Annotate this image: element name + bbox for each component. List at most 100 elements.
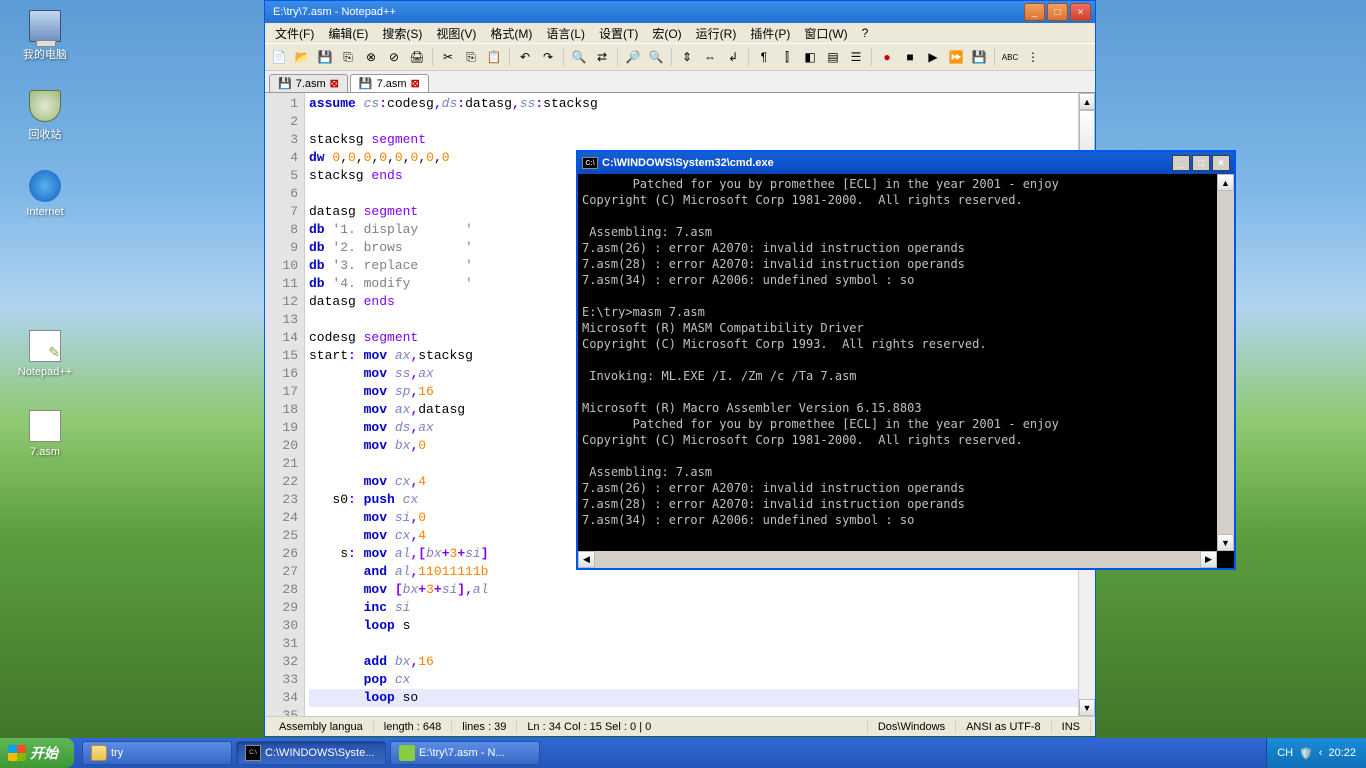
line-gutter: 1234567891011121314151617181920212223242…: [265, 93, 305, 716]
npp-titlebar[interactable]: E:\try\7.asm - Notepad++ _ □ ×: [265, 1, 1095, 23]
menu-item[interactable]: 编辑(E): [322, 23, 374, 44]
menu-item[interactable]: 窗口(W): [798, 23, 853, 44]
cmd-scroll-right-icon[interactable]: ▶: [1200, 551, 1217, 568]
replace-icon[interactable]: ⇄: [592, 47, 612, 67]
user-lang-icon[interactable]: ◧: [800, 47, 820, 67]
desktop-icon-recycle-bin[interactable]: 回收站: [10, 90, 80, 142]
minimize-button[interactable]: _: [1024, 3, 1045, 21]
file-tab[interactable]: 💾7.asm⊠: [350, 74, 429, 92]
npp-statusbar: Assembly langua length : 648 lines : 39 …: [265, 716, 1095, 736]
cut-icon[interactable]: ✂: [438, 47, 458, 67]
taskbar-item[interactable]: try: [82, 741, 232, 765]
taskbar-item[interactable]: C:\C:\WINDOWS\Syste...: [236, 741, 386, 765]
code-line[interactable]: [309, 707, 1091, 716]
desktop-icon-my-computer[interactable]: 我的电脑: [10, 10, 80, 62]
menu-item[interactable]: 语言(L): [540, 23, 591, 44]
tab-close-icon[interactable]: ⊠: [330, 77, 339, 90]
redo-icon[interactable]: ↷: [538, 47, 558, 67]
cmd-output[interactable]: Patched for you by promethee [ECL] in th…: [578, 174, 1234, 568]
close-button[interactable]: ×: [1070, 3, 1091, 21]
start-label: 开始: [30, 743, 58, 763]
save-macro-icon[interactable]: 💾: [969, 47, 989, 67]
system-tray[interactable]: CH 🛡️ ‹ 20:22: [1266, 738, 1366, 768]
record-icon[interactable]: ●: [877, 47, 897, 67]
folder-icon: [91, 745, 107, 761]
scroll-up-icon[interactable]: ▲: [1079, 93, 1095, 110]
zoom-out-icon[interactable]: 🔍: [646, 47, 666, 67]
play-multi-icon[interactable]: ⏩: [946, 47, 966, 67]
code-line[interactable]: add bx,16: [309, 653, 1091, 671]
cmd-scroll-left-icon[interactable]: ◀: [578, 551, 595, 568]
indent-guide-icon[interactable]: ⫿: [777, 47, 797, 67]
desktop-icon-internet[interactable]: Internet: [10, 170, 80, 218]
code-line[interactable]: loop so: [309, 689, 1091, 707]
file-tab[interactable]: 💾7.asm⊠: [269, 74, 348, 92]
print-icon[interactable]: 🖨: [407, 47, 427, 67]
play-icon[interactable]: ▶: [923, 47, 943, 67]
menu-item[interactable]: 搜索(S): [376, 23, 428, 44]
zoom-in-icon[interactable]: 🔎: [623, 47, 643, 67]
desktop-icon-label: 我的电脑: [10, 46, 80, 62]
code-line[interactable]: pop cx: [309, 671, 1091, 689]
cmd-scroll-up-icon[interactable]: ▲: [1217, 174, 1234, 191]
tab-close-icon[interactable]: ⊠: [411, 77, 420, 90]
menu-item[interactable]: 运行(R): [690, 23, 743, 44]
menu-item[interactable]: 视图(V): [430, 23, 482, 44]
menu-item[interactable]: 宏(O): [646, 23, 687, 44]
maximize-button[interactable]: □: [1047, 3, 1068, 21]
code-line[interactable]: [309, 113, 1091, 131]
menu-item[interactable]: ?: [856, 24, 875, 42]
menu-item[interactable]: 设置(T): [593, 23, 644, 44]
save-all-icon[interactable]: ⎘: [338, 47, 358, 67]
desktop-icon-seven-asm[interactable]: 7.asm: [10, 410, 80, 458]
code-line[interactable]: inc si: [309, 599, 1091, 617]
code-line[interactable]: loop s: [309, 617, 1091, 635]
doc-map-icon[interactable]: ▤: [823, 47, 843, 67]
cmd-scroll-down-icon[interactable]: ▼: [1217, 534, 1234, 551]
start-button[interactable]: 开始: [0, 738, 74, 768]
tray-chevron-icon[interactable]: ‹: [1319, 747, 1323, 759]
cmd-vertical-scrollbar[interactable]: ▲ ▼: [1217, 174, 1234, 551]
copy-icon[interactable]: ⎘: [461, 47, 481, 67]
new-file-icon[interactable]: 📄: [269, 47, 289, 67]
show-all-chars-icon[interactable]: ¶: [754, 47, 774, 67]
windows-logo-icon: [8, 745, 26, 761]
taskbar-item-label: try: [111, 747, 123, 759]
save-icon[interactable]: 💾: [315, 47, 335, 67]
menu-item[interactable]: 插件(P): [744, 23, 796, 44]
cmd-titlebar[interactable]: C:\ C:\WINDOWS\System32\cmd.exe _ □ ×: [578, 152, 1234, 174]
tab-label: 7.asm: [296, 78, 326, 90]
code-line[interactable]: mov [bx+3+si],al: [309, 581, 1091, 599]
cmd-minimize-button[interactable]: _: [1172, 155, 1190, 171]
cmd-maximize-button[interactable]: □: [1192, 155, 1210, 171]
npp-icon: [399, 745, 415, 761]
about-icon[interactable]: ⋮: [1023, 47, 1043, 67]
language-indicator[interactable]: CH: [1277, 747, 1293, 759]
func-list-icon[interactable]: ☰: [846, 47, 866, 67]
desktop-icon-notepad-plus-plus[interactable]: Notepad++: [10, 330, 80, 378]
desktop-icon-label: 回收站: [10, 126, 80, 142]
sync-h-icon[interactable]: ⇔: [700, 47, 720, 67]
code-line[interactable]: [309, 635, 1091, 653]
code-line[interactable]: assume cs:codesg,ds:datasg,ss:stacksg: [309, 95, 1091, 113]
sync-v-icon[interactable]: ⇕: [677, 47, 697, 67]
cmd-horizontal-scrollbar[interactable]: ◀ ▶: [578, 551, 1217, 568]
taskbar-item[interactable]: E:\try\7.asm - N...: [390, 741, 540, 765]
wrap-icon[interactable]: ↲: [723, 47, 743, 67]
cmd-close-button[interactable]: ×: [1212, 155, 1230, 171]
tray-shield-icon[interactable]: 🛡️: [1299, 747, 1313, 760]
scroll-down-icon[interactable]: ▼: [1079, 699, 1095, 716]
paste-icon[interactable]: 📋: [484, 47, 504, 67]
undo-icon[interactable]: ↶: [515, 47, 535, 67]
close-file-icon[interactable]: ⊗: [361, 47, 381, 67]
menu-item[interactable]: 文件(F): [269, 23, 320, 44]
code-line[interactable]: stacksg segment: [309, 131, 1091, 149]
open-file-icon[interactable]: 📂: [292, 47, 312, 67]
menu-item[interactable]: 格式(M): [484, 23, 538, 44]
close-all-icon[interactable]: ⊘: [384, 47, 404, 67]
find-icon[interactable]: 🔍: [569, 47, 589, 67]
clock[interactable]: 20:22: [1328, 747, 1356, 759]
stop-icon[interactable]: ■: [900, 47, 920, 67]
spellcheck-icon[interactable]: ABC: [1000, 47, 1020, 67]
status-length: length : 648: [374, 721, 453, 733]
